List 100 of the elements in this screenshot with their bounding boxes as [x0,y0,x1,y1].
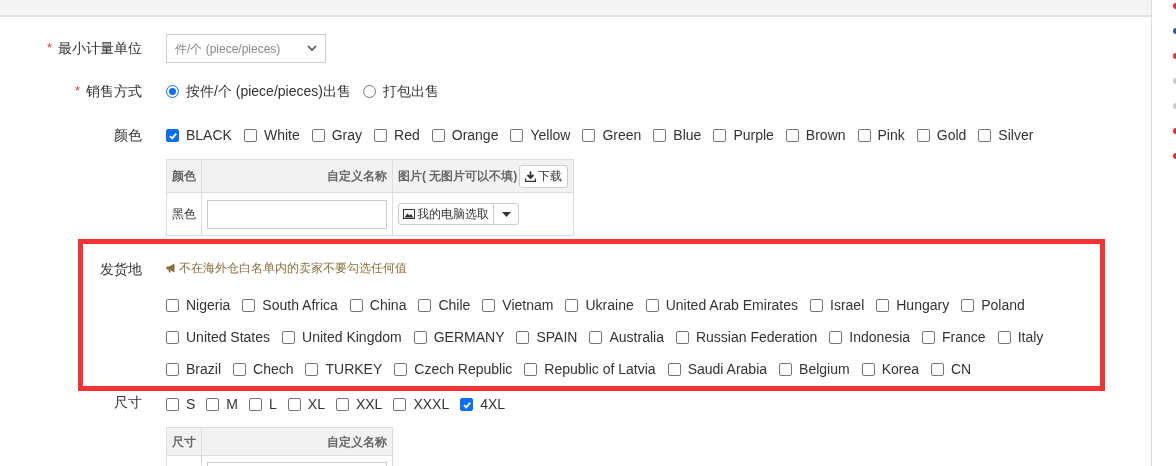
checkbox-label: Belgium [799,360,850,379]
checkbox[interactable] [589,331,603,344]
checkbox-label: United Arab Emirates [665,296,798,315]
checkbox[interactable] [394,363,408,376]
checkbox-label: France [942,328,986,347]
warning-note: 不在海外仓白名单内的卖家不要勾选任何值 [179,260,407,277]
checkbox-label: Nigeria [186,296,231,315]
checkbox[interactable] [243,129,257,142]
checkbox[interactable] [510,129,524,142]
checkbox[interactable] [978,129,992,142]
checkbox-label: Russian Federation [695,328,818,347]
checkbox-label: Indonesia [849,328,911,347]
checkbox-label: Czech Republic [414,360,513,379]
checkbox[interactable] [931,363,944,376]
checkbox-label: Gold [936,126,967,145]
checkbox-label: Pink [877,126,905,145]
column-header: 自定义名称 [326,433,388,451]
checkbox[interactable] [961,299,975,312]
checkbox[interactable] [876,299,890,312]
unit-select[interactable]: 件/个 (piece/pieces) [166,34,326,63]
required-mark: * [46,39,52,57]
checkbox-label: Australia [609,328,664,347]
checkbox-label: Ukraine [585,296,634,315]
checkbox-label: United Kingdom [302,328,402,347]
checkbox-label: Vietnam [502,296,554,315]
chevron-down-icon [307,45,317,52]
checkbox[interactable] [418,299,432,312]
checkbox[interactable] [335,398,349,411]
checkbox-label: TURKEY [325,360,383,379]
checkbox[interactable] [393,398,407,411]
checkbox[interactable] [916,129,930,142]
checkbox[interactable] [524,363,538,376]
checkbox[interactable] [861,363,875,376]
table-cell: 黑色 [167,193,202,235]
checkbox-label: CN [951,360,972,379]
checkbox-label: Yellow [530,126,571,145]
checkbox[interactable] [829,331,843,344]
checkbox-label: XXL [355,395,383,414]
checkbox[interactable] [582,129,596,142]
checkbox[interactable] [431,129,445,142]
checkbox[interactable] [166,398,179,411]
checkbox[interactable] [779,363,793,376]
column-header: 自定义名称 [202,160,393,192]
checkbox[interactable] [785,129,799,142]
checkbox-label: SPAIN [536,328,578,347]
checkbox-label: XXXL [413,395,450,414]
download-button[interactable]: 下载 [519,164,568,188]
checkbox[interactable] [374,129,388,142]
checkbox-label: South Africa [262,296,338,315]
checkbox-label: Brown [805,126,846,145]
checkbox-label: White [263,126,300,145]
download-icon [525,170,536,182]
name-input-field[interactable] [207,199,387,229]
checkbox-label: BLACK [186,126,232,145]
checkbox-label: Saudi Arabia [687,360,768,379]
checkbox[interactable] [810,299,823,312]
checkbox-label: Hungary [896,296,950,315]
checkbox-label: Orange [451,126,499,145]
checkbox[interactable] [482,299,496,312]
column-header: 颜色 [167,160,202,192]
checkbox[interactable] [413,331,427,344]
column-header: 尺寸 [167,428,202,455]
checkbox[interactable] [305,363,319,376]
field-label: 尺寸 [114,393,142,412]
checkbox[interactable] [166,299,179,312]
checkbox[interactable] [287,398,301,411]
checkbox[interactable] [667,363,681,376]
checkbox[interactable] [516,331,530,344]
checkbox[interactable] [166,129,179,142]
checkbox[interactable] [565,299,579,312]
checkbox[interactable] [349,299,363,312]
checkbox[interactable] [233,363,246,376]
field-label: 销售方式 [86,82,142,101]
checkbox[interactable] [675,331,689,344]
checkbox-label: Israel [830,296,865,315]
checkbox-label: Brazil [186,360,221,379]
checkbox-label: 4XL [480,395,506,414]
required-mark: * [74,82,80,100]
checkbox[interactable] [997,331,1011,344]
checkbox[interactable] [249,398,262,411]
checkbox[interactable] [282,331,296,344]
checkbox[interactable] [311,129,325,142]
checkbox[interactable] [645,299,659,312]
checkbox-label: M [226,395,238,414]
checkbox[interactable] [922,331,936,344]
checkbox-label: Blue [673,126,702,145]
checkbox[interactable] [206,398,220,411]
checkbox-label: Republic of Latvia [544,360,656,379]
checkbox-label: Chech [253,360,294,379]
checkbox[interactable] [653,129,667,142]
checkbox-label: Korea [881,360,919,379]
checkbox-label: China [369,296,407,315]
checkbox[interactable] [857,129,871,142]
checkbox[interactable] [166,331,179,344]
checkbox[interactable] [460,398,474,411]
checkbox[interactable] [713,129,727,142]
checkbox-label: Red [394,126,420,145]
checkbox[interactable] [242,299,256,312]
column-header: 图片( 无图片可以不填) [398,168,518,185]
checkbox[interactable] [166,363,179,376]
